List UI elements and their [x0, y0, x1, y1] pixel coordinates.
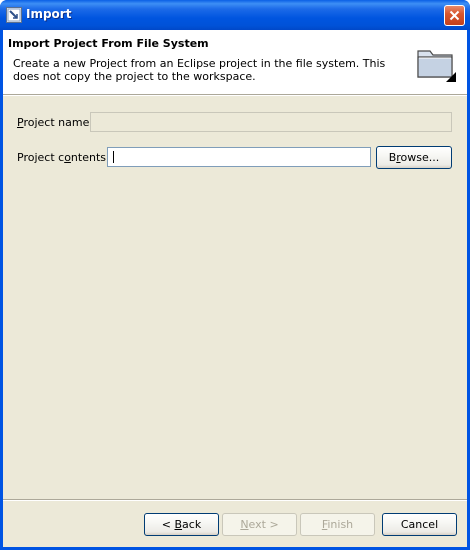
back-button[interactable]: < Back [144, 513, 219, 536]
dialog-body: Import Project From File System Create a… [3, 30, 467, 547]
next-button[interactable]: Next > [222, 513, 297, 536]
footer-separator [3, 499, 467, 501]
finish-button[interactable]: Finish [300, 513, 375, 536]
project-contents-label: Project contents: [17, 151, 110, 164]
back-prefix: < [161, 518, 175, 531]
page-title: Import Project From File System [8, 37, 209, 50]
wizard-header: Import Project From File System Create a… [3, 30, 467, 94]
project-contents-field[interactable] [107, 147, 371, 167]
project-contents-mnemonic: o [64, 151, 71, 164]
back-mnemonic: B [174, 518, 183, 531]
project-contents-label-pre: Project c [17, 151, 65, 164]
browse-button[interactable]: Browse... [376, 146, 452, 169]
text-caret [113, 151, 114, 163]
title-bar[interactable]: Import [0, 0, 470, 30]
page-description: Create a new Project from an Eclipse pro… [13, 57, 386, 83]
finish-label: inish [327, 518, 354, 531]
project-name-field [90, 112, 452, 132]
header-separator [3, 94, 467, 96]
project-name-label: Project name: [17, 116, 93, 129]
import-dialog-window: Import Import Project From File System C… [0, 0, 470, 550]
close-button[interactable] [444, 5, 465, 26]
next-mnemonic: N [240, 518, 249, 531]
back-label: ack [182, 518, 202, 531]
project-contents-label-post: ntents: [70, 151, 110, 164]
window-title: Import [26, 7, 72, 21]
cancel-button[interactable]: Cancel [382, 513, 457, 536]
project-name-label-text: roject name: [23, 116, 94, 129]
browse-label-post: owse... [400, 151, 440, 164]
eclipse-import-icon [6, 7, 22, 23]
close-icon [449, 10, 460, 21]
next-label: ext > [248, 518, 279, 531]
folder-icon [415, 43, 457, 83]
